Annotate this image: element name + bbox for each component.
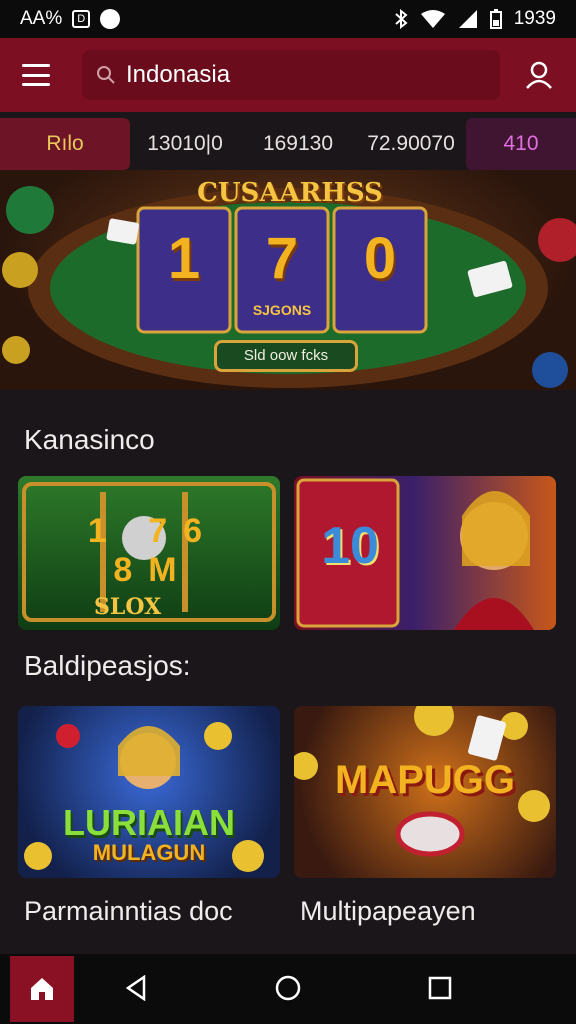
tab-0[interactable]: Rılo (0, 118, 130, 170)
search-input[interactable]: Indonasia (82, 50, 500, 100)
home-icon (31, 978, 53, 1000)
menu-icon[interactable] (22, 64, 50, 86)
luriaian-title: LURIAIAN (63, 802, 235, 843)
signal-icon (458, 10, 477, 28)
game-card-ten[interactable]: 10 (294, 476, 556, 630)
status-bar: AA% D 1939 (0, 0, 576, 38)
reel-2: 7 (265, 226, 299, 291)
slot-reels-text: 1 76 8M (87, 512, 219, 589)
tab-4[interactable]: 410 (466, 118, 576, 170)
tab-1[interactable]: 13010|0 (130, 118, 240, 170)
battery-icon (489, 9, 502, 29)
back-icon[interactable] (124, 975, 148, 1001)
recents-icon[interactable] (428, 975, 452, 1001)
user-icon[interactable] (524, 60, 554, 90)
ten-value: 10 (321, 517, 379, 575)
luriaian-subtitle: MULAGUN (92, 840, 206, 865)
app-header: Indonasia (0, 38, 576, 112)
tab-2[interactable]: 169130 (240, 118, 356, 170)
status-left-text: AA% (20, 8, 63, 29)
circle-home-icon[interactable] (275, 975, 301, 1001)
promo-banner[interactable]: CUSAARHSS 1 7 0 SJGONS Sld oow fcks (0, 170, 576, 390)
caption-1: Parmainntias doc (24, 896, 233, 926)
reel-caption: SJGONS (252, 302, 312, 318)
caption-2: Multipapeayen (300, 896, 476, 926)
status-time: 1939 (513, 8, 556, 29)
bluetooth-icon (395, 9, 408, 29)
app-notification-icon: D (72, 10, 91, 28)
banner-title: CUSAARHSS (197, 178, 383, 208)
banner-button[interactable]: Sld oow fcks (214, 340, 358, 372)
game-card-slot[interactable]: 1 76 8M SLOX (18, 476, 280, 630)
search-icon (97, 66, 115, 84)
home-tab-button[interactable] (10, 956, 74, 1022)
wifi-icon (420, 10, 445, 28)
tab-3[interactable]: 72.90070 (356, 118, 466, 170)
mapugg-title: MAPUGG (335, 758, 515, 802)
search-value: Indonasia (126, 61, 231, 88)
notification-dot-icon (100, 9, 121, 29)
section-title-2: Baldipeasjos: (24, 650, 191, 681)
game-card-luriaian[interactable]: LURIAIAN MULAGUN (18, 706, 280, 878)
reel-1: 1 (167, 226, 201, 291)
game-card-mapugg[interactable]: MAPUGG (294, 706, 556, 878)
reel-3: 0 (363, 226, 397, 291)
section-title-1: Kanasinco (24, 424, 155, 455)
slot-label: SLOX (94, 594, 162, 620)
category-tabs: Rılo 13010|0 169130 72.90070 410 (0, 118, 576, 170)
